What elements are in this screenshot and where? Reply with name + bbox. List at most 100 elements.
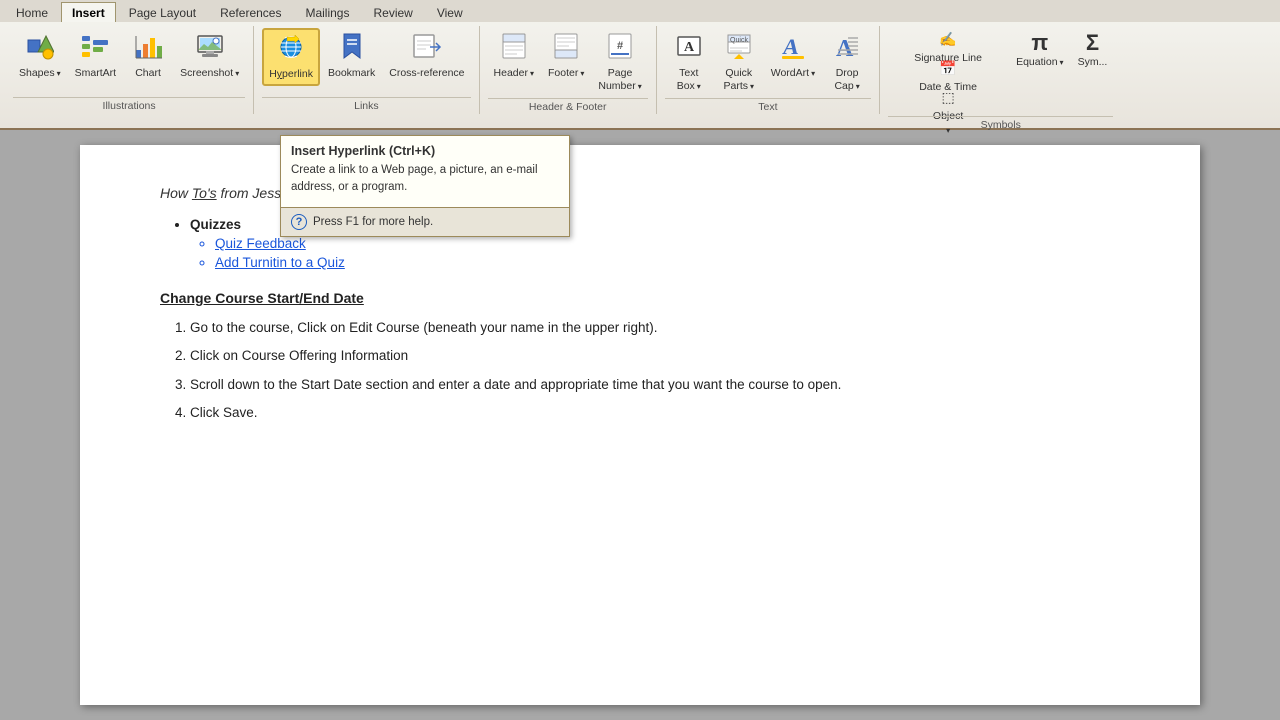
datetime-icon: 📅 — [939, 60, 956, 77]
symbols-buttons: ✍ Signature Line ▾ 📅 Date & Time ⬚ Objec… — [888, 26, 1113, 114]
ribbon-tab-bar: Home Insert Page Layout References Maili… — [0, 0, 1280, 22]
quickparts-label: QuickParts▾ — [723, 67, 754, 92]
dropcap-label: DropCap▾ — [834, 67, 859, 92]
bookmark-icon — [338, 32, 366, 65]
pagenumber-label: PageNumber▾ — [598, 67, 641, 92]
links-buttons: Hyperlink Bookmark — [262, 26, 470, 95]
equation-icon: π — [1031, 32, 1048, 54]
quickparts-button[interactable]: Quick QuickParts▾ — [715, 28, 763, 96]
text-group-label: Text — [665, 98, 871, 115]
footer-label: Footer▾ — [548, 67, 584, 80]
change-course-heading: Change Course Start/End Date — [160, 290, 1120, 306]
symbols-group-label: Symbols — [888, 116, 1113, 133]
tab-mailings[interactable]: Mailings — [294, 2, 360, 22]
hyperlink-icon — [277, 33, 305, 66]
step-4: Click Save. — [190, 403, 1120, 423]
tooltip-help: ? Press F1 for more help. — [281, 207, 569, 236]
crossreference-button[interactable]: Cross-reference — [383, 28, 470, 84]
document-area: How To's from Jessica's Emails Quizzes Q… — [0, 130, 1280, 720]
tab-references[interactable]: References — [209, 2, 292, 22]
wordart-label: WordArt▾ — [771, 67, 815, 80]
svg-text:A: A — [781, 34, 800, 59]
group-links: Hyperlink Bookmark — [254, 26, 479, 114]
tooltip-title: Insert Hyperlink (Ctrl+K) — [281, 136, 569, 162]
chart-icon — [134, 32, 162, 65]
signatureline-button[interactable]: ✍ Signature Line ▾ — [888, 28, 1008, 56]
tab-review[interactable]: Review — [362, 2, 423, 22]
document-page: How To's from Jessica's Emails Quizzes Q… — [80, 145, 1200, 705]
smartart-label: SmartArt — [75, 67, 116, 80]
textbox-button[interactable]: A TextBox▾ — [665, 28, 713, 96]
smartart-icon — [81, 32, 109, 65]
group-header-footer: Header▾ Footer▾ — [480, 26, 657, 114]
dropcap-button[interactable]: A DropCap▾ — [823, 28, 871, 96]
symbol-button[interactable]: Σ Sym... — [1072, 28, 1114, 73]
equation-label: Equation▾ — [1016, 56, 1063, 69]
steps-list: Go to the course, Click on Edit Course (… — [190, 318, 1120, 423]
smartart-button[interactable]: SmartArt — [69, 28, 122, 84]
object-icon: ⬚ — [941, 89, 954, 106]
equation-button[interactable]: π Equation▾ — [1010, 28, 1069, 73]
shapes-label: Shapes▾ — [19, 67, 61, 80]
textbox-icon: A — [676, 32, 702, 65]
crossreference-label: Cross-reference — [389, 67, 464, 80]
wordart-icon: A — [780, 32, 806, 65]
group-illustrations: Shapes▾ SmartArt — [5, 26, 254, 114]
tooltip-body: Create a link to a Web page, a picture, … — [281, 162, 569, 207]
svg-text:A: A — [836, 36, 854, 60]
tab-page-layout[interactable]: Page Layout — [118, 2, 207, 22]
symbols-col-1: ✍ Signature Line ▾ 📅 Date & Time ⬚ Objec… — [888, 28, 1008, 114]
footer-icon — [553, 32, 579, 65]
symbol-label: Sym... — [1078, 56, 1108, 69]
illustrations-group-label: Illustrations — [13, 97, 245, 114]
shapes-icon — [26, 32, 54, 65]
header-label: Header▾ — [494, 67, 534, 80]
chart-label: Chart — [135, 67, 161, 80]
group-text: A TextBox▾ Quick — [657, 26, 880, 114]
crossreference-icon — [412, 32, 442, 65]
dropcap-icon: A — [834, 32, 860, 65]
bookmark-button[interactable]: Bookmark — [322, 28, 381, 84]
hyperlink-label: Hyperlink — [269, 68, 313, 81]
screenshot-icon — [196, 32, 224, 65]
header-footer-group-label: Header & Footer — [488, 98, 648, 115]
help-icon: ? — [291, 214, 307, 230]
step-1: Go to the course, Click on Edit Course (… — [190, 318, 1120, 338]
datetime-button[interactable]: 📅 Date & Time — [888, 57, 1008, 85]
header-icon — [501, 32, 527, 65]
signatureline-icon: ✍ — [939, 31, 956, 48]
wordart-button[interactable]: A WordArt▾ — [765, 28, 821, 84]
tooltip: Insert Hyperlink (Ctrl+K) Create a link … — [280, 135, 570, 237]
object-button[interactable]: ⬚ Object ▾ — [888, 86, 1008, 114]
textbox-label: TextBox▾ — [677, 67, 701, 92]
hyperlink-button[interactable]: Hyperlink — [262, 28, 320, 86]
pagenumber-button[interactable]: # PageNumber▾ — [592, 28, 647, 96]
quiz-feedback-link[interactable]: Quiz Feedback — [215, 236, 1120, 251]
ribbon: Home Insert Page Layout References Maili… — [0, 0, 1280, 130]
shapes-button[interactable]: Shapes▾ — [13, 28, 67, 84]
symbol-icon: Σ — [1086, 32, 1099, 54]
step-2: Click on Course Offering Information — [190, 346, 1120, 366]
tooltip-help-text: Press F1 for more help. — [313, 216, 433, 228]
text-buttons: A TextBox▾ Quick — [665, 26, 871, 96]
links-group-label: Links — [262, 97, 470, 114]
footer-button[interactable]: Footer▾ — [542, 28, 590, 84]
bookmark-label: Bookmark — [328, 67, 375, 80]
header-button[interactable]: Header▾ — [488, 28, 540, 84]
tab-home[interactable]: Home — [5, 2, 59, 22]
quickparts-icon: Quick — [726, 32, 752, 65]
chart-button[interactable]: Chart — [124, 28, 172, 84]
svg-text:#: # — [617, 40, 623, 52]
step-3: Scroll down to the Start Date section an… — [190, 375, 1120, 395]
group-symbols: ✍ Signature Line ▾ 📅 Date & Time ⬚ Objec… — [880, 26, 1121, 114]
screenshot-button[interactable]: Screenshot▾ — [174, 28, 245, 84]
tab-insert[interactable]: Insert — [61, 2, 116, 22]
quizzes-sub-list: Quiz Feedback Add Turnitin to a Quiz — [215, 236, 1120, 270]
quizzes-label: Quizzes — [190, 217, 241, 232]
screenshot-label: Screenshot▾ — [180, 67, 239, 80]
illustrations-buttons: Shapes▾ SmartArt — [13, 26, 245, 95]
tab-view[interactable]: View — [426, 2, 474, 22]
add-turnitin-link[interactable]: Add Turnitin to a Quiz — [215, 255, 1120, 270]
pagenumber-icon: # — [607, 32, 633, 65]
svg-text:A: A — [684, 40, 695, 55]
